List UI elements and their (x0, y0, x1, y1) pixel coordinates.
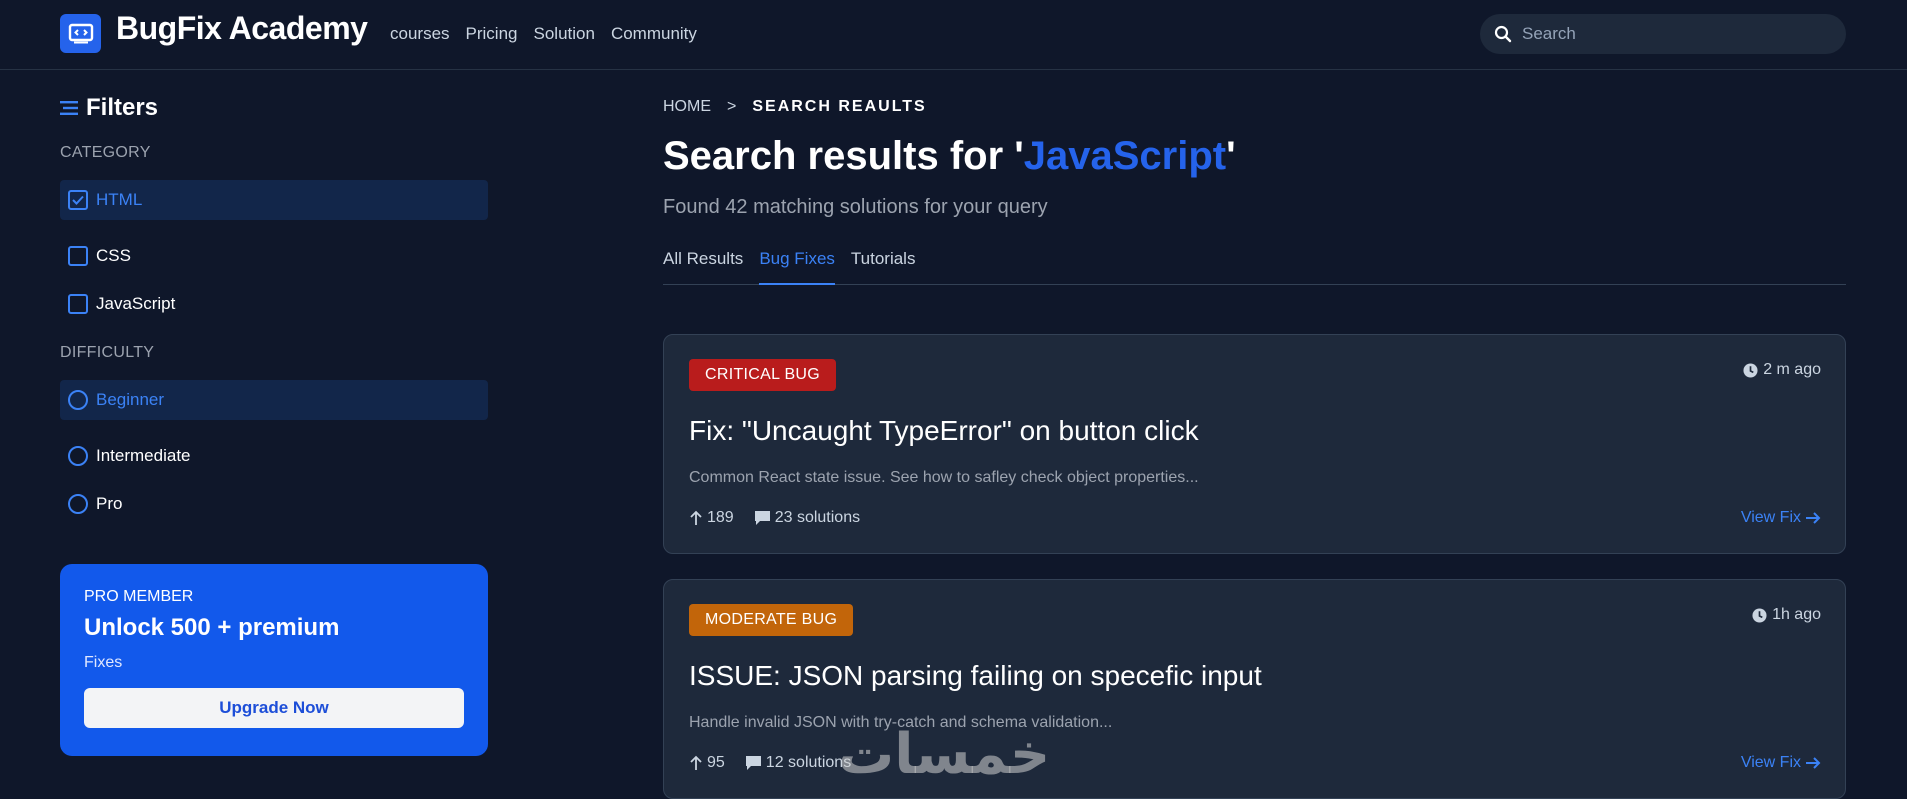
search-query: JavaScript (1023, 134, 1227, 178)
comment-icon (745, 756, 761, 770)
radio-icon[interactable] (68, 494, 88, 514)
upvote-count: 189 (707, 509, 734, 526)
nav-solution[interactable]: Solution (534, 24, 595, 44)
filters-title: Filters (86, 94, 159, 121)
result-card[interactable]: CRITICAL BUG 2 m ago Fix: "Uncaught Type… (663, 334, 1846, 554)
breadcrumb-current: SEARCH REAULTS (752, 98, 927, 115)
view-fix-label: View Fix (1740, 509, 1801, 526)
tab-bug-fixes[interactable]: Bug Fixes (759, 245, 835, 285)
timestamp: 2 m ago (1743, 361, 1821, 379)
main-nav: courses Pricing Solution Community (390, 24, 697, 44)
view-fix-link[interactable]: View Fix (1741, 754, 1821, 772)
upvotes[interactable]: 189 (689, 509, 734, 527)
arrow-up-icon (690, 755, 702, 770)
title-suffix: ' (1226, 134, 1236, 178)
tab-tutorials[interactable]: Tutorials (851, 245, 916, 285)
category-label: CATEGORY (60, 144, 151, 161)
card-title[interactable]: ISSUE: JSON parsing failing on specefic … (689, 660, 1262, 692)
checkbox-checked-icon[interactable] (68, 190, 88, 210)
difficulty-option-label: Pro (96, 494, 123, 513)
search-icon (1494, 25, 1512, 43)
upgrade-now-button[interactable]: Upgrade Now (84, 688, 464, 728)
filters-heading: Filters (60, 94, 158, 122)
card-title[interactable]: Fix: "Uncaught TypeError" on button clic… (689, 415, 1199, 447)
results-tabs: All Results Bug Fixes Tutorials (663, 245, 1846, 285)
timestamp-text: 1h ago (1772, 606, 1821, 623)
difficulty-label: DIFFICULTY (60, 344, 155, 361)
clock-icon (1752, 607, 1767, 623)
category-option-css[interactable]: CSS (60, 236, 488, 276)
radio-icon[interactable] (68, 446, 88, 466)
difficulty-option-label: Intermediate (96, 446, 191, 465)
severity-badge: MODERATE BUG (689, 604, 854, 636)
nav-pricing[interactable]: Pricing (466, 24, 518, 44)
timestamp-text: 2 m ago (1763, 361, 1821, 378)
category-option-label: JavaScript (96, 294, 176, 313)
watermark-logo: خمسات (838, 722, 1051, 787)
upvotes[interactable]: 95 (689, 754, 725, 772)
upvote-count: 95 (707, 754, 725, 771)
logo-icon[interactable] (60, 14, 101, 53)
solutions[interactable]: 12 solutions (745, 754, 851, 772)
promo-subtext: Fixes (84, 654, 123, 671)
checkbox-icon[interactable] (68, 246, 88, 266)
clock-icon (1743, 362, 1758, 378)
radio-icon[interactable] (68, 390, 88, 410)
results-count: Found 42 matching solutions for your que… (663, 196, 1048, 218)
checkbox-icon[interactable] (68, 294, 88, 314)
tab-all-results[interactable]: All Results (663, 245, 743, 285)
pro-member-promo: PRO MEMBER Unlock 500 + premium Fixes Up… (60, 564, 488, 756)
timestamp: 1h ago (1752, 606, 1821, 624)
arrow-up-icon (690, 510, 702, 525)
nav-community[interactable]: Community (611, 24, 697, 44)
card-stats: 189 23 solutions (689, 509, 860, 527)
category-option-label: CSS (96, 246, 131, 265)
page-title: Search results for 'JavaScript' (663, 134, 1236, 179)
solutions-count: 23 solutions (774, 509, 861, 526)
difficulty-option-beginner[interactable]: Beginner (60, 380, 488, 420)
arrow-right-icon (1806, 512, 1821, 524)
category-option-javascript[interactable]: JavaScript (60, 284, 488, 324)
category-option-label: HTML (96, 190, 143, 209)
filter-lines-icon (60, 101, 78, 115)
breadcrumb-home[interactable]: HOME (663, 98, 711, 116)
severity-badge: CRITICAL BUG (689, 359, 837, 391)
nav-courses[interactable]: courses (390, 24, 450, 44)
category-option-html[interactable]: HTML (60, 180, 488, 220)
promo-tag: PRO MEMBER (84, 588, 194, 605)
solutions[interactable]: 23 solutions (754, 509, 860, 527)
breadcrumb: HOME > SEARCH REAULTS (663, 98, 927, 116)
promo-headline: Unlock 500 + premium (84, 614, 340, 641)
difficulty-option-intermediate[interactable]: Intermediate (60, 436, 488, 476)
search-input[interactable] (1522, 24, 1822, 44)
brand-name[interactable]: BugFix Academy (116, 10, 368, 47)
title-prefix: Search results for ' (663, 134, 1024, 178)
arrow-right-icon (1806, 757, 1821, 769)
view-fix-link[interactable]: View Fix (1741, 509, 1821, 527)
difficulty-option-label: Beginner (96, 390, 165, 409)
view-fix-label: View Fix (1740, 754, 1801, 771)
comment-icon (754, 511, 770, 525)
difficulty-option-pro[interactable]: Pro (60, 484, 488, 524)
card-stats: 95 12 solutions (689, 754, 851, 772)
search-bar[interactable] (1480, 14, 1846, 54)
card-description: Common React state issue. See how to saf… (689, 469, 1199, 486)
top-navbar: BugFix Academy courses Pricing Solution … (0, 0, 1907, 70)
breadcrumb-separator: > (727, 98, 737, 115)
